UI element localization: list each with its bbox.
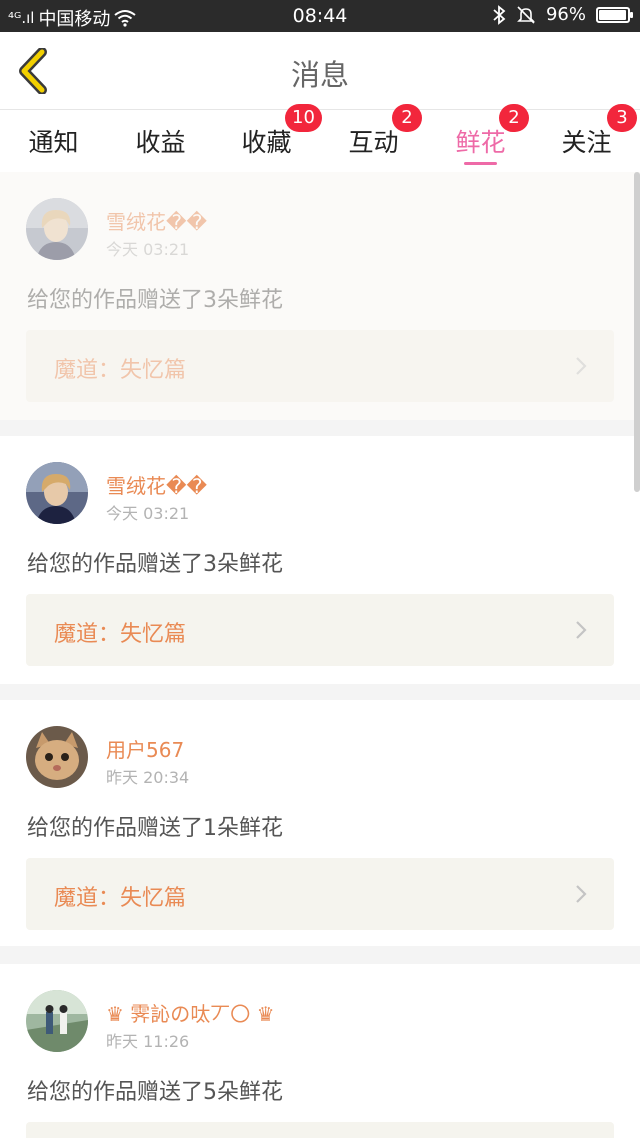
message-list[interactable]: 雪绒花�� 今天 03:21 给您的作品赠送了3朵鲜花 魔道：失忆篇 雪绒花��… <box>0 172 640 1138</box>
list-item: 雪绒花�� 今天 03:21 给您的作品赠送了3朵鲜花 魔道：失忆篇 <box>0 172 640 420</box>
bluetooth-icon <box>493 4 506 25</box>
tab-notifications[interactable]: 通知 <box>0 110 107 172</box>
status-right: 96% <box>492 4 633 25</box>
sender-name[interactable]: 雪绒花�� <box>106 470 207 499</box>
sender-name[interactable]: 雪绒花�� <box>106 206 207 235</box>
tab-label: 关注 <box>561 128 612 157</box>
sender-name[interactable]: 用户567 <box>106 734 184 763</box>
avatar[interactable] <box>26 462 88 524</box>
tab-label: 收藏 <box>241 128 292 157</box>
tab-badge: 2 <box>392 104 422 132</box>
tab-label: 鲜花 <box>455 128 506 157</box>
message-time: 昨天 11:26 <box>106 1032 190 1051</box>
battery-percent: 96% <box>545 4 586 25</box>
couple-avatar-icon <box>26 990 88 1052</box>
message-time: 今天 03:21 <box>106 504 190 523</box>
list-item: ♛ 霁訫の呔丆〇 ♛ 昨天 11:26 给您的作品赠送了5朵鲜花 <box>0 964 640 1138</box>
chevron-right-icon <box>576 885 587 903</box>
tab-interactions[interactable]: 互动 2 <box>320 104 427 172</box>
tab-label: 收益 <box>135 128 186 157</box>
work-link[interactable]: 魔道：失忆篇 <box>26 330 614 402</box>
list-item: 用户567 昨天 20:34 给您的作品赠送了1朵鲜花 魔道：失忆篇 <box>0 700 640 946</box>
work-link[interactable]: 魔道：失忆篇 <box>26 858 614 930</box>
work-title: 魔道：失忆篇 <box>54 358 187 383</box>
battery-icon <box>596 6 633 23</box>
nav-bar: 消息 <box>0 32 640 110</box>
chevron-right-icon <box>576 357 587 375</box>
message-text: 给您的作品赠送了3朵鲜花 <box>27 288 283 313</box>
tab-bar: 通知 收益 收藏 10 互动 2 鲜花 2 关注 3 <box>0 104 640 172</box>
page-title: 消息 <box>290 58 349 92</box>
chevron-right-icon <box>576 621 587 639</box>
tab-label: 通知 <box>28 128 79 157</box>
tab-badge: 10 <box>285 104 322 132</box>
sender-name[interactable]: ♛ 霁訫の呔丆〇 ♛ <box>106 998 275 1027</box>
battery-fill <box>599 9 626 20</box>
message-time: 今天 03:21 <box>106 240 190 259</box>
tab-label: 互动 <box>348 128 399 157</box>
status-bar: ⁴ᴳ.ıl 中国移动 08:44 96% <box>0 0 640 32</box>
work-title: 魔道：失忆篇 <box>54 886 187 911</box>
tab-favorites[interactable]: 收藏 10 <box>213 104 322 172</box>
tab-earnings[interactable]: 收益 <box>107 110 214 172</box>
list-item: 雪绒花�� 今天 03:21 给您的作品赠送了3朵鲜花 魔道：失忆篇 <box>0 436 640 684</box>
work-link[interactable] <box>26 1122 614 1138</box>
girl-avatar-icon <box>26 198 88 260</box>
tab-follows[interactable]: 关注 3 <box>533 104 640 172</box>
avatar[interactable] <box>26 990 88 1052</box>
scrollbar[interactable] <box>634 172 640 492</box>
message-text: 给您的作品赠送了5朵鲜花 <box>27 1080 283 1105</box>
work-title: 魔道：失忆篇 <box>54 622 187 647</box>
avatar[interactable] <box>26 726 88 788</box>
message-text: 给您的作品赠送了3朵鲜花 <box>27 552 283 577</box>
message-text: 给您的作品赠送了1朵鲜花 <box>27 816 283 841</box>
girl-avatar-icon <box>26 462 88 524</box>
tab-badge: 2 <box>499 104 529 132</box>
mute-bell-icon <box>517 5 535 24</box>
tab-flowers[interactable]: 鲜花 2 <box>427 104 534 172</box>
tab-badge: 3 <box>607 104 637 132</box>
message-time: 昨天 20:34 <box>106 768 190 787</box>
cat-avatar-icon <box>26 726 88 788</box>
active-tab-indicator <box>464 162 497 165</box>
work-link[interactable]: 魔道：失忆篇 <box>26 594 614 666</box>
avatar[interactable] <box>26 198 88 260</box>
